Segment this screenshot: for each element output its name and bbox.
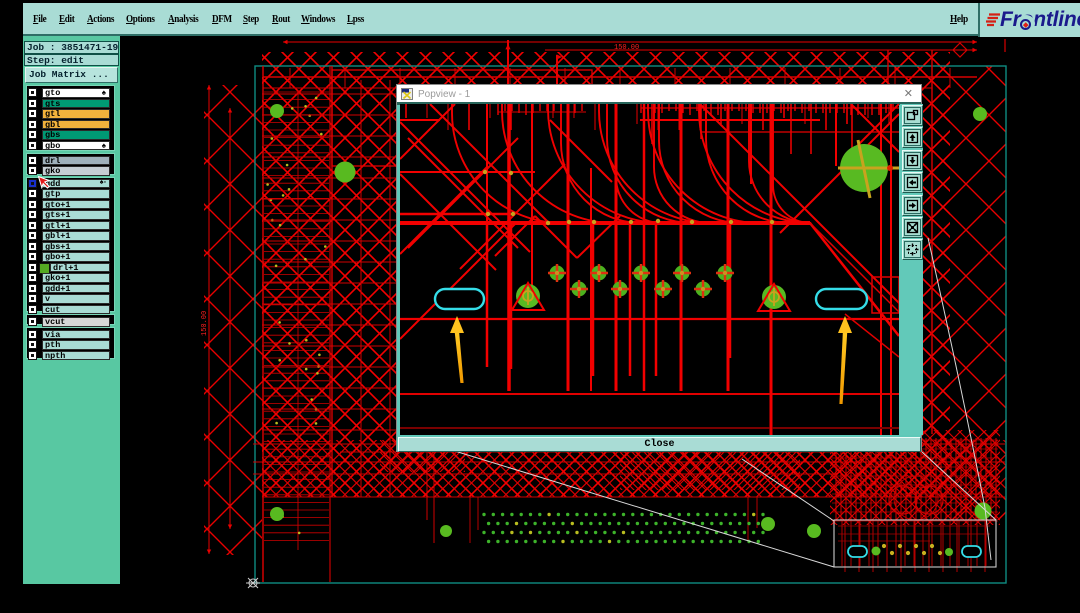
svg-text:150.00: 150.00 <box>614 44 639 52</box>
svg-text:150.00: 150.00 <box>201 311 209 336</box>
